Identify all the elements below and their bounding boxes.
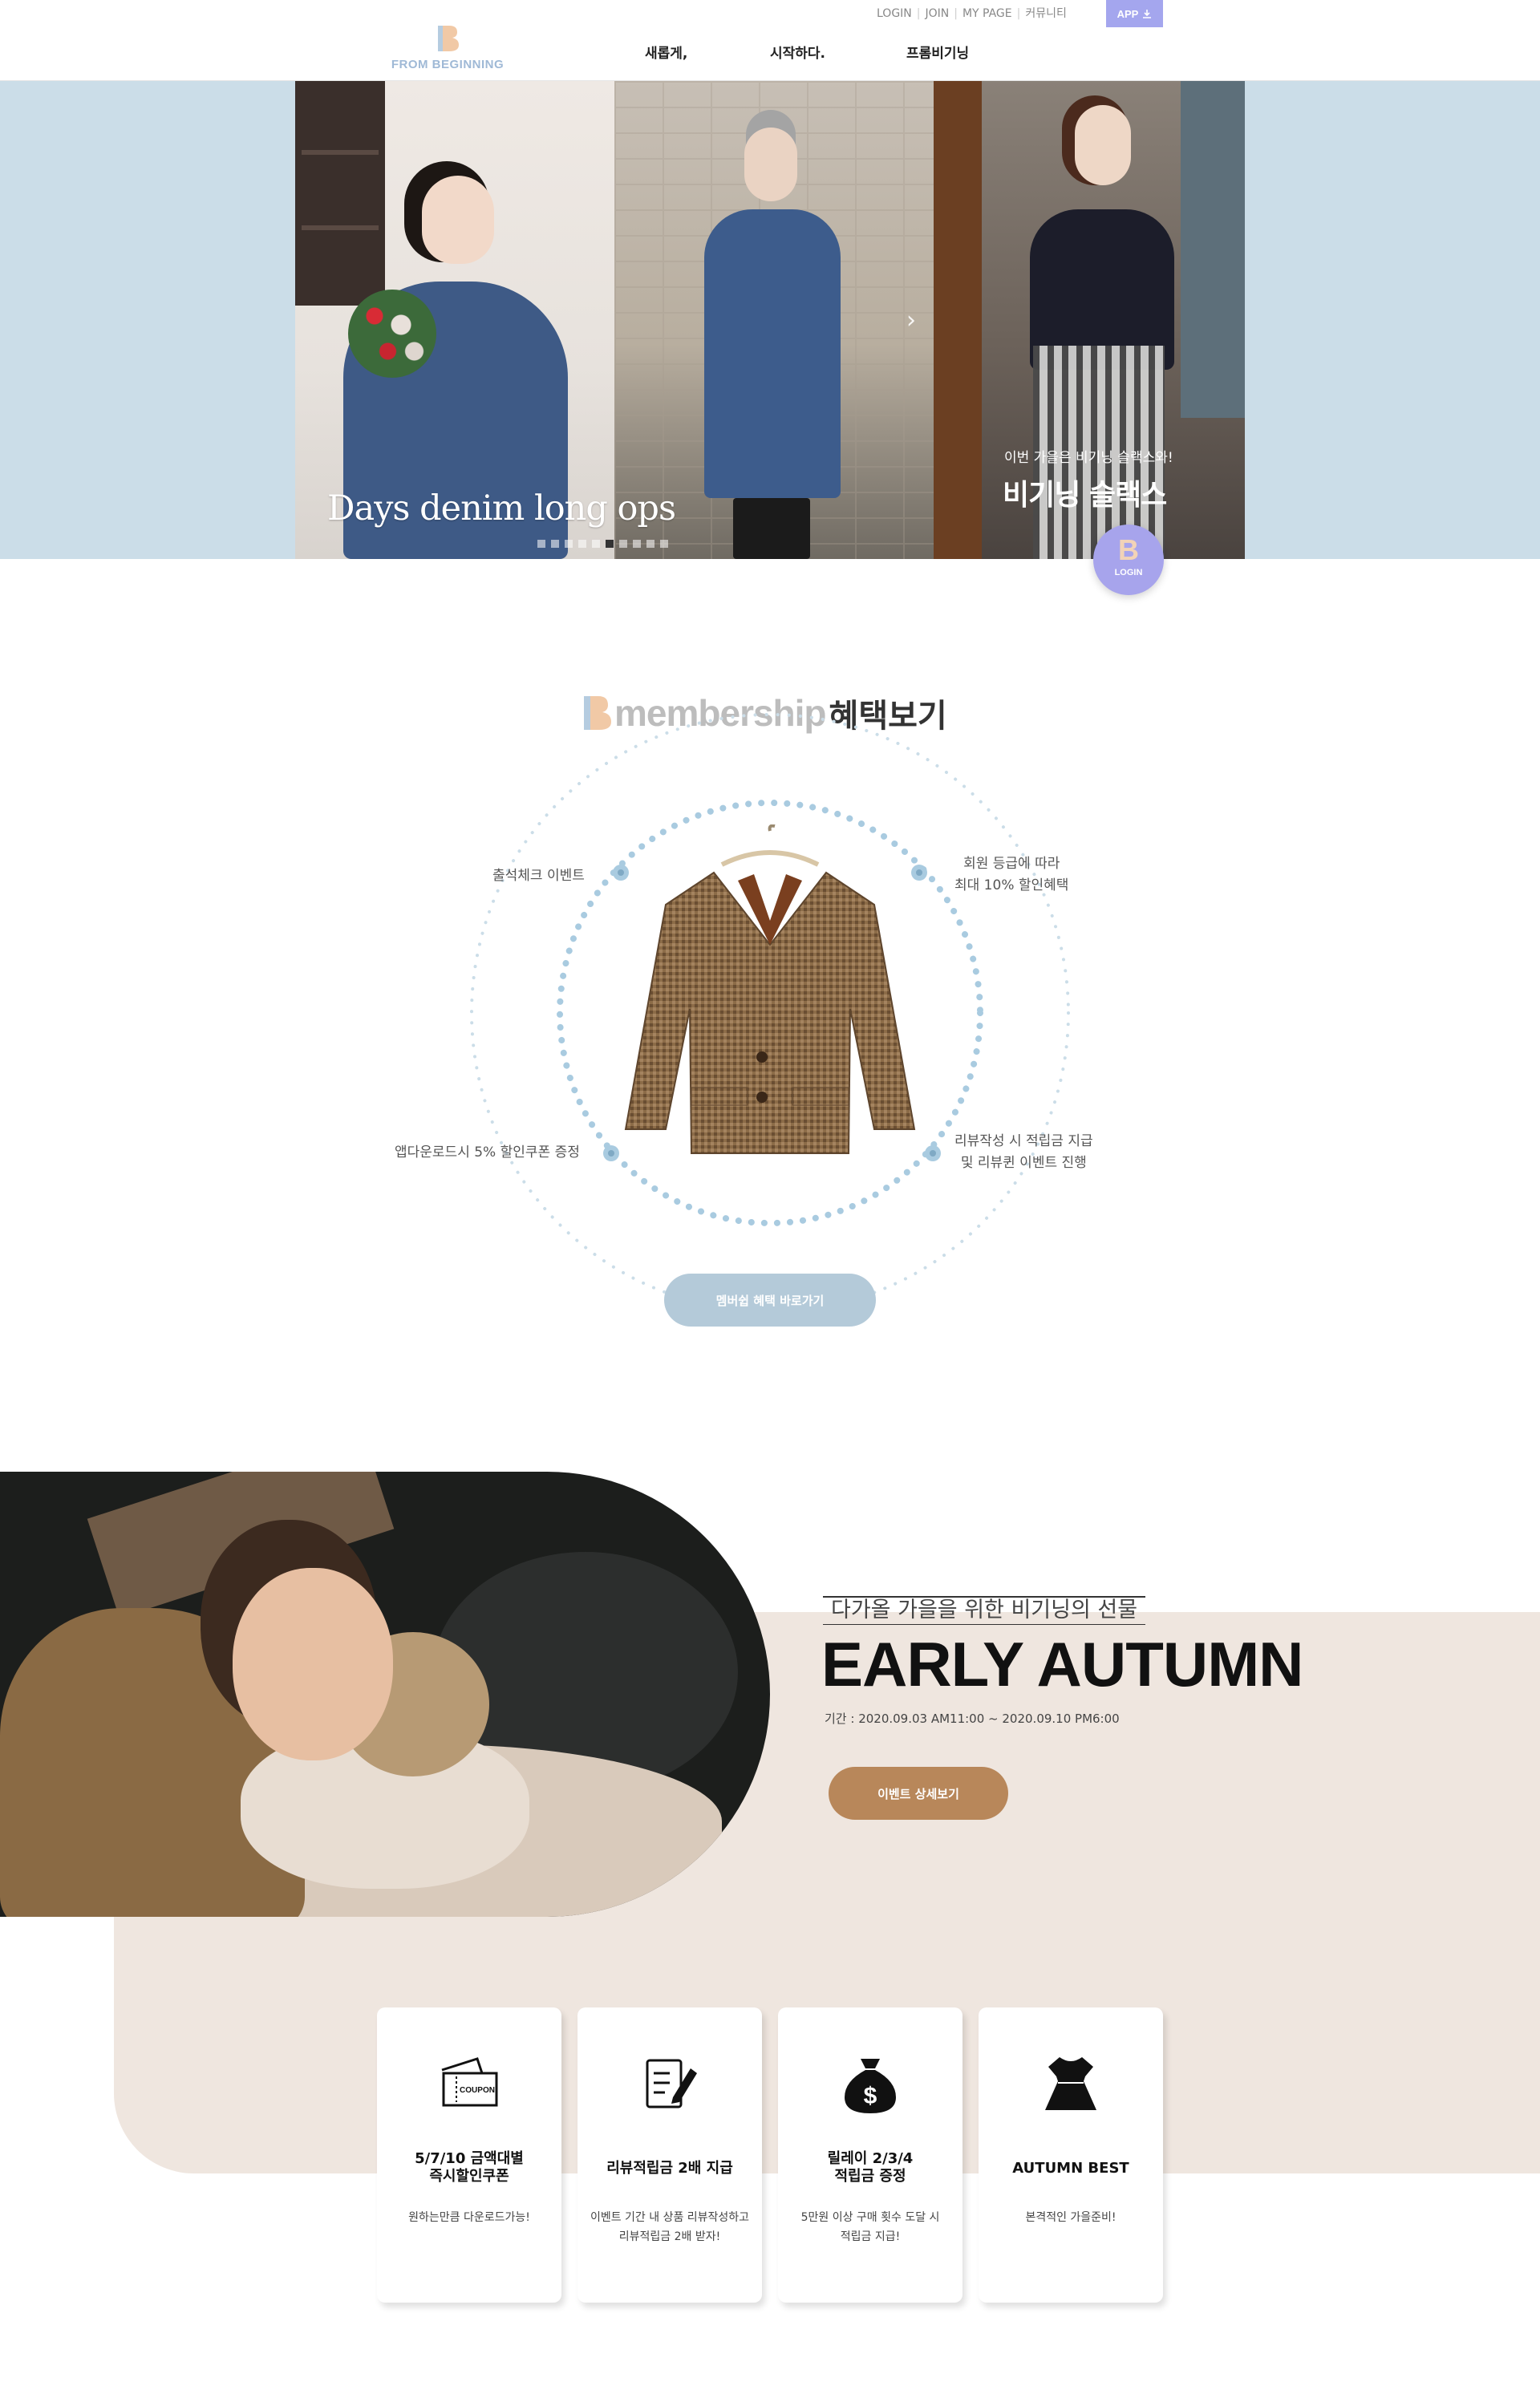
card-desc-line1: 본격적인 가을준비! (1025, 2211, 1116, 2224)
logo-b-icon (438, 26, 459, 51)
app-button-label: APP (1116, 7, 1139, 20)
card-title: 릴레이 2/3/4 적립금 증정 (786, 2150, 954, 2185)
app-download-button[interactable]: APP (1106, 0, 1163, 27)
nav-item-frombeginning[interactable]: 프롬비기닝 (906, 42, 969, 62)
card-title-line2: 즉시할인쿠폰 (429, 2168, 509, 2185)
card-desc: 본격적인 가을준비! (987, 2208, 1155, 2227)
logo-text: FROM BEGINNING (391, 58, 505, 71)
slide-dot[interactable] (633, 540, 641, 548)
model-head (422, 176, 494, 264)
slide-dot[interactable] (578, 540, 586, 548)
membership-title: membership 혜택보기 (579, 690, 947, 738)
autumn-subtitle: 다가올 가을을 위한 비기닝의 선물 (823, 1596, 1146, 1625)
next-arrow-icon[interactable]: › (906, 306, 924, 336)
hero-title: Days denim long ops (327, 488, 676, 529)
card-desc: 이벤트 기간 내 상품 리뷰작성하고 리뷰적립금 2배 받자! (586, 2208, 754, 2246)
card-desc-line1: 5만원 이상 구매 횟수 도달 시 (800, 2211, 940, 2224)
hero-slide-denim-shirt[interactable] (295, 81, 614, 559)
card-desc-line1: 원하는만큼 다운로드가능! (408, 2211, 530, 2224)
benefit-grade-line1: 회원 등급에 따라 (963, 856, 1060, 872)
floating-login-button[interactable]: B LOGIN (1093, 525, 1164, 595)
autumn-model-photo (0, 1472, 770, 1917)
logo-b-icon (584, 696, 611, 730)
card-desc-line1: 이벤트 기간 내 상품 리뷰작성하고 (590, 2211, 750, 2224)
logo-b-icon: B (1118, 533, 1139, 566)
event-period: 기간 : 2020.09.03 AM11:00 ~ 2020.09.10 PM6… (825, 1712, 1120, 1726)
hero-caption-big: 비기닝 슬랙스 (1003, 479, 1167, 512)
membership-title-ko: 혜택보기 (829, 698, 947, 735)
benefit-review-reward: 리뷰작성 시 적립금 지급 및 리뷰퀸 이벤트 진행 (954, 1131, 1093, 1174)
bookshelf-image (295, 81, 385, 306)
membership-word: membership (614, 692, 827, 734)
money-bag-icon: $ (845, 2059, 896, 2113)
coupon-icon-text: COUPON (460, 2086, 495, 2095)
utility-menu: LOGIN | JOIN | MY PAGE | 커뮤니티 (877, 5, 1067, 21)
benefit-grade-discount: 회원 등급에 따라 최대 10% 할인혜택 (954, 853, 1068, 897)
benefit-review-line2: 및 리뷰퀸 이벤트 진행 (960, 1155, 1087, 1171)
card-desc: 5만원 이상 구매 횟수 도달 시 적립금 지급! (786, 2208, 954, 2246)
autumn-title: EARLY AUTUMN (821, 1629, 1303, 1699)
slide-pagination (537, 540, 668, 548)
card-desc-line2: 리뷰적립금 2배 받자! (618, 2230, 721, 2243)
site-logo[interactable]: FROM BEGINNING (383, 22, 512, 75)
divider: | (1016, 7, 1021, 20)
download-icon (1143, 10, 1152, 18)
slide-dot[interactable] (606, 540, 614, 548)
community-link[interactable]: 커뮤니티 (1025, 7, 1067, 20)
shop-window (1181, 81, 1245, 418)
card-title-line1: 5/7/10 금액대별 (415, 2150, 524, 2167)
event-detail-button[interactable]: 이벤트 상세보기 (829, 1767, 1008, 1820)
slide-dot[interactable] (660, 540, 668, 548)
svg-text:$: $ (864, 2083, 877, 2109)
floating-login-label: LOGIN (1114, 568, 1143, 577)
card-relay-reward[interactable]: $ 릴레이 2/3/4 적립금 증정 5만원 이상 구매 횟수 도달 시 적립금… (778, 2007, 962, 2303)
hero-banner[interactable]: Days denim long ops 이번 가을은 비기닝 슬랙스와! 비기닝… (0, 81, 1540, 559)
card-title: 리뷰적립금 2배 지급 (606, 2160, 733, 2177)
login-link[interactable]: LOGIN (877, 7, 912, 20)
nav-item-start[interactable]: 시작하다. (770, 42, 825, 62)
slide-dot[interactable] (551, 540, 559, 548)
benefit-app-coupon: 앱다운로드시 5% 할인쿠폰 증정 (395, 1144, 580, 1161)
model-legs (733, 498, 810, 559)
nav-item-new[interactable]: 새롭게, (645, 42, 687, 62)
dress-icon (1045, 2057, 1096, 2110)
model-face (233, 1568, 393, 1760)
slide-dot[interactable] (646, 540, 654, 548)
model-head (744, 128, 797, 201)
card-review-reward[interactable]: 리뷰적립금 2배 지급 이벤트 기간 내 상품 리뷰작성하고 리뷰적립금 2배 … (578, 2007, 762, 2303)
mypage-link[interactable]: MY PAGE (962, 7, 1012, 20)
benefit-review-line1: 리뷰작성 시 적립금 지급 (954, 1133, 1093, 1149)
card-title: AUTUMN BEST (1012, 2160, 1129, 2177)
blazer-jacket-image (624, 824, 916, 1154)
card-autumn-best[interactable]: AUTUMN BEST 본격적인 가을준비! (979, 2007, 1163, 2303)
coupon-icon: COUPON (441, 2057, 498, 2107)
hero-slide-denim-dress[interactable] (614, 81, 934, 559)
join-link[interactable]: JOIN (926, 7, 950, 20)
card-desc: 원하는만큼 다운로드가능! (385, 2208, 553, 2227)
model-head (1075, 105, 1131, 185)
hero-caption-small: 이번 가을은 비기닝 슬랙스와! (1004, 450, 1173, 466)
card-title-line1: 릴레이 2/3/4 (827, 2150, 914, 2167)
model-figure (704, 209, 841, 498)
benefit-grade-line2: 최대 10% 할인혜택 (954, 877, 1069, 893)
membership-benefits-button[interactable]: 멤버쉽 혜택 바로가기 (664, 1274, 876, 1327)
card-coupon[interactable]: COUPON 5/7/10 금액대별 즉시할인쿠폰 원하는만큼 다운로드가능! (377, 2007, 561, 2303)
card-title-line2: 적립금 증정 (834, 2168, 906, 2185)
card-title: 5/7/10 금액대별 즉시할인쿠폰 (385, 2150, 553, 2185)
card-desc-line2: 적립금 지급! (840, 2230, 901, 2243)
slide-dot[interactable] (565, 540, 573, 548)
divider: | (954, 7, 958, 20)
flower-bouquet (348, 290, 436, 378)
divider: | (916, 7, 921, 20)
slide-dot[interactable] (619, 540, 627, 548)
slide-dot[interactable] (537, 540, 545, 548)
slide-dot[interactable] (592, 540, 600, 548)
site-header: FROM BEGINNING 새롭게, 시작하다. 프롬비기닝 LOGIN | JO… (0, 0, 1540, 81)
benefit-attendance: 출석체크 이벤트 (492, 868, 585, 884)
wooden-door (934, 81, 982, 559)
review-icon (646, 2059, 697, 2109)
